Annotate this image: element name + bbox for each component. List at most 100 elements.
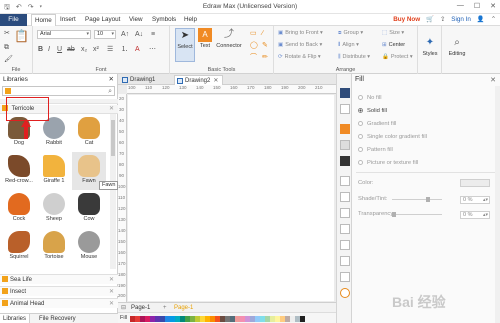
help-icon[interactable] [340,288,350,298]
bullets-icon[interactable]: ☰ [107,46,113,54]
image-panel-icon[interactable] [340,140,350,150]
protect-button[interactable]: 🔒 Protect ▾ [382,54,413,61]
line-panel-icon[interactable] [340,104,350,114]
library-scrollbar[interactable] [110,114,116,269]
align-button[interactable]: ⫴ Align ▾ [338,42,359,49]
cut-icon[interactable]: ✂ [4,30,10,38]
underline-icon[interactable]: U [57,46,62,54]
size-button[interactable]: ⬚ Size ▾ [382,30,404,37]
superscript-icon[interactable]: x² [93,46,99,54]
shape-tortoise[interactable]: Tortoise [37,228,71,266]
collapse-ribbon-icon[interactable]: ⌃ [491,14,496,26]
font-size-select[interactable]: 10 ▾ [94,30,116,39]
category-animal-head[interactable]: Animal Head ✕ [0,298,118,308]
category-insect[interactable]: Insect ✕ [0,286,118,296]
shape-red-crowned-crane[interactable]: Red-crow... [2,152,36,190]
library-search-input[interactable]: ⌕ [2,86,115,96]
close-button[interactable]: ✕ [490,2,496,10]
close-icon[interactable]: ✕ [109,74,114,85]
shadow-panel-icon[interactable] [340,124,350,134]
shape-giraffe[interactable]: Giraffe 1 [37,152,71,190]
search-icon[interactable]: ⌕ [108,87,112,96]
page-panel-icon[interactable] [340,192,350,202]
paste-icon[interactable]: 📋 [14,30,29,42]
text-button[interactable]: A Text [197,28,213,49]
sign-in-link[interactable]: Sign In [451,14,471,26]
font-name-select[interactable]: Arial ▾ [37,30,91,39]
shade-tint-handle[interactable] [426,197,430,202]
tab-drawing1[interactable]: Drawing1 [120,75,159,85]
fill-panel-icon[interactable] [340,88,350,98]
color-swatch[interactable] [300,316,305,322]
shape-squirrel[interactable]: Squirrel [2,228,36,266]
italic-icon[interactable]: I [48,46,50,54]
tab-page-layout[interactable]: Page Layout [85,14,120,26]
editing-button[interactable]: ⌕ Editing [444,36,470,57]
format-painter-icon[interactable]: 🖌 [4,56,13,64]
category-sea-life[interactable]: Sea Life ✕ [0,274,118,284]
fill-option-solid[interactable]: Solid fill [358,107,387,115]
transparency-input[interactable]: 0 % ▴▾ [460,211,490,219]
shape-cat[interactable]: Cat [72,114,106,152]
shape-cock[interactable]: Cock [2,190,36,228]
pencil-icon[interactable]: ✏ [262,54,268,62]
distribute-button[interactable]: ⫼ Distribute ▾ [338,54,370,61]
text-align-icon[interactable]: ≡ [151,31,155,39]
comment-panel-icon[interactable] [340,256,350,266]
center-button[interactable]: ⊞ Center [382,42,405,49]
drawing-canvas[interactable] [128,95,334,301]
tab-libraries[interactable]: Libraries [0,314,31,323]
copy-icon[interactable]: ⧉ [4,44,9,52]
share-icon[interactable]: ⇪ [440,14,445,26]
close-icon[interactable]: ✕ [109,299,114,309]
file-menu[interactable]: File [0,14,27,26]
transparency-slider[interactable] [392,214,442,215]
strikethrough-icon[interactable]: ab [67,46,75,54]
close-icon[interactable]: ✕ [109,105,114,114]
fill-option-gradient[interactable]: Gradient fill [358,120,396,128]
send-to-back-button[interactable]: ▣ Send to Back ▾ [278,42,322,49]
ellipse-icon[interactable]: ◯ [250,42,258,50]
decrease-font-icon[interactable]: A↓ [135,31,143,39]
minimize-button[interactable]: — [457,2,464,10]
tab-drawing2[interactable]: Drawing2 ✕ [174,75,224,85]
tab-insert[interactable]: Insert [60,14,76,26]
close-icon[interactable]: ✕ [213,78,218,84]
color-picker[interactable] [460,179,490,187]
rectangle-icon[interactable]: ▭ [250,30,257,38]
user-icon[interactable]: 👤 [477,14,485,26]
fill-option-pattern[interactable]: Pattern fill [358,146,393,154]
hyperlink-panel-icon[interactable] [340,224,350,234]
data-panel-icon[interactable] [340,208,350,218]
note-panel-icon[interactable] [340,272,350,282]
group-button[interactable]: ⧈ Group ▾ [338,30,363,37]
theme-panel-icon[interactable] [340,156,350,166]
close-icon[interactable]: ✕ [490,76,496,84]
fill-panel-scrollbar[interactable] [495,86,500,323]
shape-cow[interactable]: Cow [72,190,106,228]
bring-to-front-button[interactable]: ▣ Bring to Front ▾ [278,30,323,37]
font-color-icon[interactable]: A [135,46,140,54]
transparency-handle[interactable] [392,212,396,217]
scrollbar-thumb[interactable] [111,120,115,156]
tab-file-recovery[interactable]: File Recovery [36,314,79,323]
subscript-icon[interactable]: x₂ [81,46,87,54]
shape-mouse[interactable]: Mouse [72,228,106,266]
maximize-button[interactable]: ☐ [474,2,480,10]
numbering-icon[interactable]: ⒈ [121,46,128,54]
connector-button[interactable]: ⤴ Connector [214,28,244,49]
fill-option-no-fill[interactable]: No fill [358,94,382,102]
pen-icon[interactable]: ✎ [262,42,268,50]
tab-symbols[interactable]: Symbols [152,14,176,26]
shade-tint-input[interactable]: 0 % ▴▾ [460,196,490,204]
tab-view[interactable]: View [129,14,143,26]
line-icon[interactable]: ∕ [262,30,263,38]
more-options-icon[interactable]: ⋯ [149,46,156,54]
rotate-flip-button[interactable]: ⟳ Rotate & Flip ▾ [278,54,321,61]
cart-icon[interactable]: 🛒 [426,14,434,26]
tab-home[interactable]: Home [31,14,56,26]
tab-help[interactable]: Help [184,14,197,26]
fill-option-picture[interactable]: Picture or texture fill [358,159,418,167]
select-button[interactable]: ➤ Select [175,28,195,62]
shape-sheep[interactable]: Sheep [37,190,71,228]
